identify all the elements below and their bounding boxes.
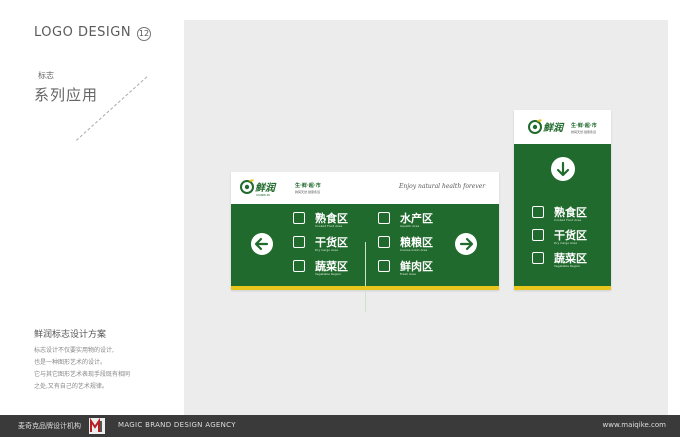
brand-name-sub: XIANRUN — [256, 193, 270, 197]
vegetable-icon — [532, 252, 544, 264]
area-label: 粮粮区 Coarse Grain Area — [378, 236, 448, 252]
brand-name: 鲜润 — [255, 183, 275, 194]
area-label: 鲜肉区 Fresh Area — [378, 260, 448, 276]
horizontal-sign: 鲜润 XIANRUN 生·鲜·超·市 鲜润天然·健康永远 Enjoy natur… — [231, 172, 499, 312]
cooked-food-icon — [532, 206, 544, 218]
cooked-food-icon — [293, 212, 305, 224]
sign-green-panel: 熟食区 Cooked Food Area 干货区 Dry Cargo Area … — [514, 144, 611, 286]
footer-url-link[interactable]: www.maiqike.com — [603, 421, 667, 429]
agency-logo-icon — [89, 417, 105, 434]
dry-goods-icon — [293, 236, 305, 248]
vegetable-icon — [293, 260, 305, 272]
sign-green-panel: 熟食区 Cooked Food Area 干货区 Dry Cargo Area … — [231, 204, 499, 312]
area-label: 蔬菜区 Vegetable Region — [293, 260, 361, 276]
sign-yellow-stripe — [231, 286, 499, 290]
sign-header: 鲜润 XIANRUN 生·鲜·超·市 鲜润天然·健康永远 Enjoy natur… — [231, 172, 499, 204]
brand-tagline: 生·鲜·超·市 — [295, 183, 321, 189]
area-label: 水产区 Aquatic Area — [378, 212, 448, 228]
brand-logo-icon — [528, 119, 542, 134]
brand-name: 鲜润 — [543, 123, 563, 134]
page-number-badge: 12 — [137, 27, 151, 41]
area-label: 蔬菜区 Vegetable Region — [532, 252, 602, 268]
description-line: 之处,又有自己的艺术规律。 — [34, 383, 108, 390]
footer-company-en: MAGIC BRAND DESIGN AGENCY — [118, 421, 236, 429]
footer-bar: 麦奇克品牌设计机构 MAGIC BRAND DESIGN AGENCY www.… — [0, 415, 680, 437]
vertical-sign: 鲜润 生·鲜·超·市 鲜润天然·健康永远 熟食区 Cooked Food Are… — [514, 110, 611, 290]
area-label: 熟食区 Cooked Food Area — [532, 206, 602, 222]
description-title: 鲜润标志设计方案 — [34, 330, 107, 340]
down-arrow-icon — [551, 157, 575, 181]
brand-logo-icon — [240, 179, 254, 194]
aquatic-icon — [378, 212, 390, 224]
area-label: 干货区 Dry Cargo Area — [532, 229, 602, 245]
sign-yellow-stripe — [514, 286, 611, 290]
description-line: 它与其它图形艺术表现手段既有相同 — [34, 371, 131, 378]
grain-icon — [378, 236, 390, 248]
footer-company-cn: 麦奇克品牌设计机构 — [18, 422, 81, 430]
brand-tagline-sub: 鲜润天然·健康永远 — [295, 190, 320, 194]
brand-tagline-sub: 鲜润天然·健康永远 — [571, 130, 596, 134]
description-line: 标志设计不仅要实用物的设计, — [34, 347, 114, 354]
description-line: 也是一种图形艺术的设计。 — [34, 359, 107, 366]
area-label: 干货区 Dry Cargo Area — [293, 236, 361, 252]
left-arrow-icon — [251, 233, 273, 255]
dry-goods-icon — [532, 229, 544, 241]
section-small-label: 标志 — [38, 71, 54, 80]
section-big-label: 系列应用 — [34, 86, 99, 104]
brand-tagline: 生·鲜·超·市 — [571, 123, 597, 129]
right-arrow-icon — [455, 233, 477, 255]
sign-header: 鲜润 生·鲜·超·市 鲜润天然·健康永远 — [514, 110, 611, 144]
sign-divider — [365, 242, 366, 312]
area-label: 熟食区 Cooked Food Area — [293, 212, 361, 228]
fresh-meat-icon — [378, 260, 390, 272]
header-title: LOGO DESIGN — [34, 25, 132, 40]
brand-slogan: Enjoy natural health forever — [399, 183, 486, 190]
